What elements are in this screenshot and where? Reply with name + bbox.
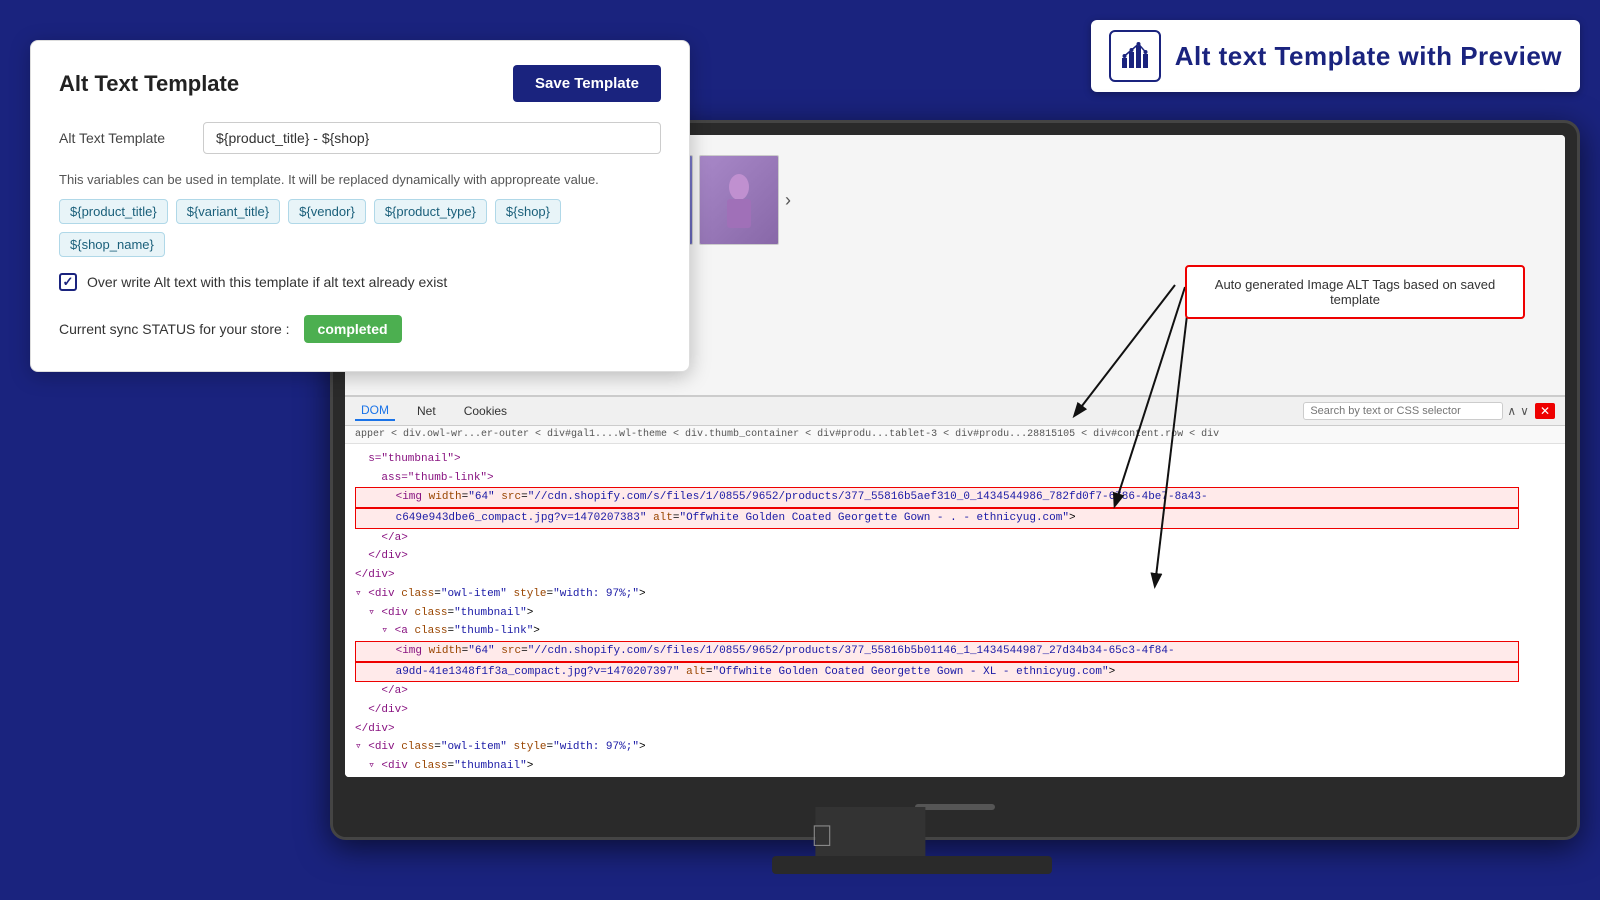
chart-icon [1119, 40, 1151, 72]
var-shop[interactable]: ${shop} [495, 199, 561, 224]
tab-cookies[interactable]: Cookies [458, 402, 513, 420]
product-image-5 [699, 155, 779, 245]
var-shop-name[interactable]: ${shop_name} [59, 232, 165, 257]
tab-net[interactable]: Net [411, 402, 442, 420]
alt-text-label-box: Auto generated Image ALT Tags based on s… [1185, 265, 1525, 319]
alt-text-label-text: Auto generated Image ALT Tags based on s… [1215, 277, 1495, 307]
code-line: ▿ <div class="owl-item" style="width: 97… [355, 738, 1555, 757]
close-search-button[interactable]: ✕ [1535, 403, 1555, 419]
var-product-type[interactable]: ${product_type} [374, 199, 487, 224]
devtools-toolbar: DOM Net Cookies ∧ ∨ ✕ [345, 397, 1565, 426]
code-line: </div> [355, 566, 1555, 585]
template-field-input[interactable] [203, 122, 661, 154]
app-icon-box [1109, 30, 1161, 82]
var-vendor[interactable]: ${vendor} [288, 199, 366, 224]
apple-logo-icon:  [811, 820, 834, 854]
variables-note: This variables can be used in template. … [59, 172, 661, 187]
checkbox-label-text: Over write Alt text with this template i… [87, 274, 447, 290]
code-line-highlight-3: <img width="64" src="//cdn.shopify.com/s… [355, 641, 1519, 662]
devtools-search-input[interactable] [1303, 402, 1503, 420]
template-field-row: Alt Text Template [59, 122, 661, 154]
code-line-highlight-1: <img width="64" src="//cdn.shopify.com/s… [355, 487, 1519, 508]
search-nav-up[interactable]: ∧ [1507, 404, 1516, 418]
devtools-panel: DOM Net Cookies ∧ ∨ ✕ apper < div.owl-wr… [345, 395, 1565, 777]
card-title: Alt Text Template [59, 71, 239, 97]
code-line: </a> [355, 682, 1555, 701]
monitor-chin-detail [915, 804, 995, 810]
variable-tags-row: ${product_title} ${variant_title} ${vend… [59, 199, 661, 224]
code-line: </a> [355, 529, 1555, 548]
overwrite-checkbox-row: ✓ Over write Alt text with this template… [59, 273, 661, 291]
code-line: </div> [355, 547, 1555, 566]
devtools-search-area: ∧ ∨ ✕ [1303, 402, 1555, 420]
card-header: Alt Text Template Save Template [59, 65, 661, 102]
var-product-title[interactable]: ${product_title} [59, 199, 168, 224]
monitor-base [772, 856, 1052, 874]
save-template-button[interactable]: Save Template [513, 65, 661, 102]
next-arrow[interactable]: › [785, 190, 791, 211]
search-nav-down[interactable]: ∨ [1520, 404, 1529, 418]
code-line: ▿ <div class="thumbnail"> [355, 757, 1555, 769]
alt-text-template-card: Alt Text Template Save Template Alt Text… [30, 40, 690, 372]
devtools-breadcrumb: apper < div.owl-wr...er-outer < div#gal1… [345, 426, 1565, 444]
devtools-code-panel: s="thumbnail"> ass="thumb-link"> <img wi… [345, 444, 1565, 769]
code-line: ▿ <div class="owl-item" style="width: 97… [355, 585, 1555, 604]
status-badge: completed [304, 315, 402, 343]
status-label-text: Current sync STATUS for your store : [59, 321, 290, 337]
checkbox-checkmark: ✓ [63, 274, 74, 290]
template-field-label: Alt Text Template [59, 130, 189, 146]
overwrite-checkbox[interactable]: ✓ [59, 273, 77, 291]
code-line: </div> [355, 720, 1555, 739]
tab-dom[interactable]: DOM [355, 401, 395, 421]
code-line-highlight-2: c649e943dbe6_compact.jpg?v=1470207383" a… [355, 508, 1519, 529]
code-line: </div> [355, 701, 1555, 720]
code-line: ▿ <a class="thumb-link"> [355, 622, 1555, 641]
header-title: Alt text Template with Preview [1175, 41, 1562, 72]
code-line: ▿ <div class="thumbnail"> [355, 604, 1555, 623]
status-row: Current sync STATUS for your store : com… [59, 315, 661, 343]
code-line-highlight-4: a9dd-41e1348f1f3a_compact.jpg?v=14702073… [355, 662, 1519, 683]
variable-tags-row-2: ${shop_name} [59, 232, 661, 257]
code-line: s="thumbnail"> [355, 450, 1555, 469]
var-variant-title[interactable]: ${variant_title} [176, 199, 280, 224]
code-line: ass="thumb-link"> [355, 469, 1555, 488]
monitor-chin-bar [333, 777, 1577, 837]
header-bar: Alt text Template with Preview [1091, 20, 1580, 92]
